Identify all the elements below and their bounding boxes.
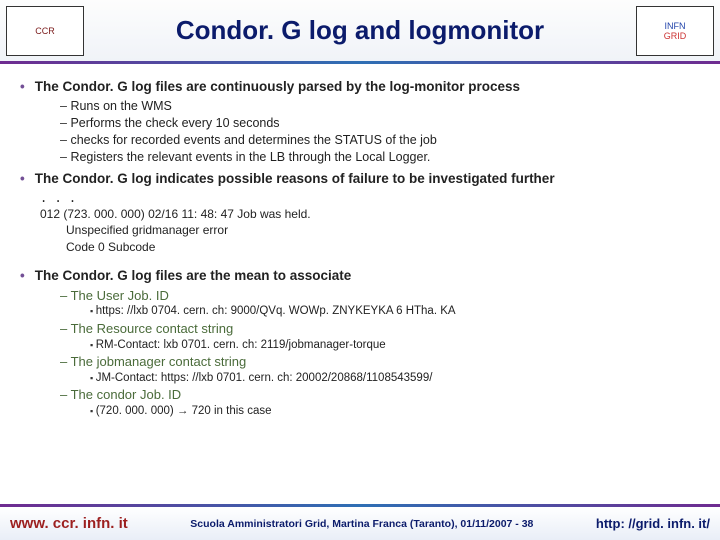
footer-left-url: www. ccr. infn. it: [10, 515, 128, 532]
logo-right-top: INFN: [665, 21, 686, 31]
assoc-2-detail: JM-Contact: https: //lxb 0701. cern. ch:…: [90, 371, 700, 387]
slide-content: The Condor. G log files are continuously…: [0, 64, 720, 419]
assoc-3-detail: (720. 000. 000) → 720 in this case: [90, 404, 700, 420]
logo-right-bottom: GRID: [664, 31, 687, 41]
assoc-2-label: The jobmanager contact string: [60, 353, 700, 371]
assoc-0-label: The User Job. ID: [60, 287, 700, 305]
slide-header: CCR Condor. G log and logmonitor INFN GR…: [0, 0, 720, 64]
log-line-3: Code 0 Subcode: [66, 239, 700, 255]
footer-center-text: Scuola Amministratori Grid, Martina Fran…: [128, 518, 596, 530]
slide-title: Condor. G log and logmonitor: [84, 15, 636, 46]
assoc-0-detail: https: //lxb 0704. cern. ch: 9000/QVq. W…: [90, 304, 700, 320]
assoc-3-label: The condor Job. ID: [60, 386, 700, 404]
slide-footer: www. ccr. infn. it Scuola Amministratori…: [0, 504, 720, 540]
log-line-2: Unspecified gridmanager error: [66, 222, 700, 238]
logo-right: INFN GRID: [636, 6, 714, 56]
bullet-1: The Condor. G log files are continuously…: [20, 78, 700, 96]
log-ellipsis: . . .: [40, 190, 700, 206]
log-line-1: 012 (723. 000. 000) 02/16 11: 48: 47 Job…: [40, 206, 700, 222]
logo-left: CCR: [6, 6, 84, 56]
bullet-1-sub-0: Runs on the WMS: [60, 98, 700, 115]
bullet-1-sub-3: Registers the relevant events in the LB …: [60, 149, 700, 166]
bullet-1-sub-1: Performs the check every 10 seconds: [60, 115, 700, 132]
bullet-1-sub-2: checks for recorded events and determine…: [60, 132, 700, 149]
assoc-1-label: The Resource contact string: [60, 320, 700, 338]
assoc-1-detail: RM-Contact: lxb 0701. cern. ch: 2119/job…: [90, 338, 700, 354]
bullet-2: The Condor. G log indicates possible rea…: [20, 170, 700, 188]
footer-right-url: http: //grid. infn. it/: [596, 516, 710, 531]
bullet-3: The Condor. G log files are the mean to …: [20, 267, 700, 285]
